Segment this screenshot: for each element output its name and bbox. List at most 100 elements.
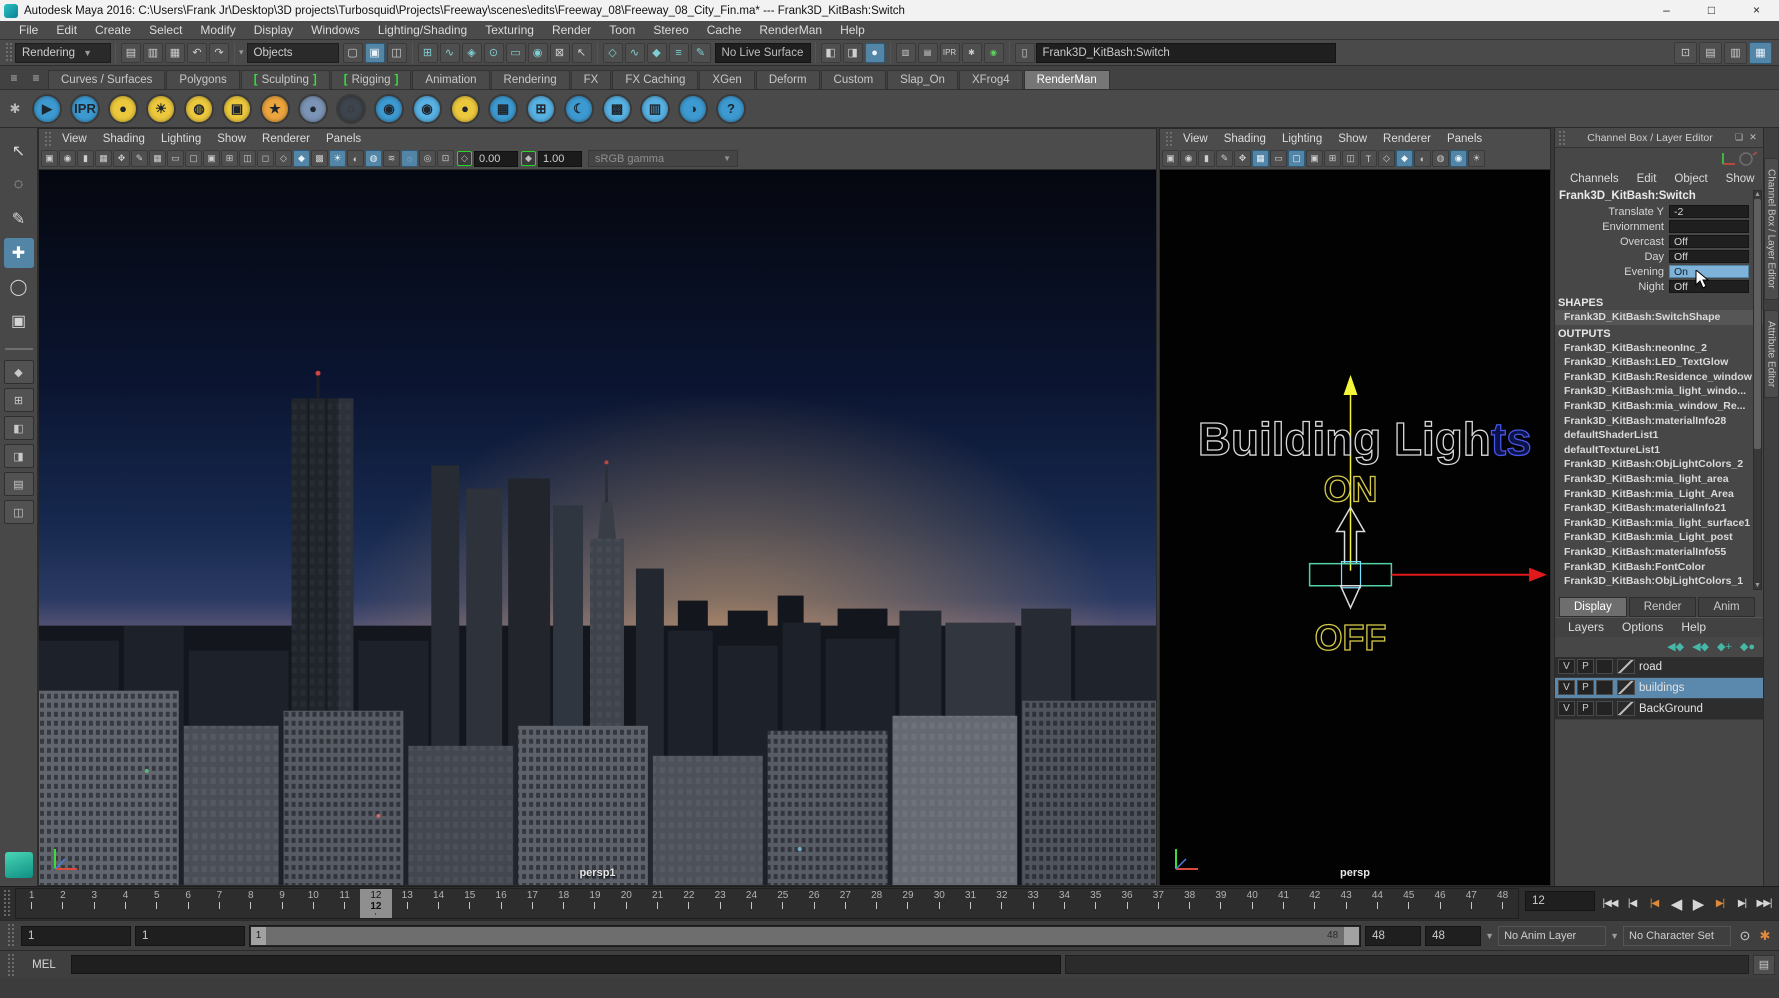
attribute-editor-icon[interactable]: ▥: [1724, 42, 1747, 64]
view-transform-dropdown[interactable]: sRGB gamma▼: [588, 150, 738, 167]
layer-editor-tab[interactable]: Render: [1629, 597, 1697, 617]
menu-set-selector[interactable]: Rendering▼: [15, 43, 111, 63]
layer-row[interactable]: V P buildings: [1555, 678, 1763, 699]
shelf-tab[interactable]: FX Caching: [612, 70, 698, 89]
mel-input[interactable]: [71, 955, 1061, 974]
frame-tick[interactable]: 47: [1456, 889, 1487, 918]
menu-item[interactable]: Edit: [47, 23, 86, 37]
motion-blur-icon[interactable]: ≋: [383, 150, 400, 167]
auto-keyframe-icon[interactable]: ⊙: [1735, 926, 1755, 946]
chevron-down-icon[interactable]: ▼: [1610, 931, 1619, 941]
range-end-handle[interactable]: [1344, 927, 1359, 945]
move-layer-up-icon[interactable]: ◀◆: [1667, 640, 1684, 653]
frame-tick[interactable]: 14: [423, 889, 454, 918]
channel-row[interactable]: Day Off: [1555, 249, 1763, 264]
shelf-tab[interactable]: Sculpting: [241, 70, 330, 89]
animation-start-field[interactable]: [21, 926, 131, 946]
frame-tick[interactable]: 46: [1424, 889, 1455, 918]
frame-tick[interactable]: 40: [1237, 889, 1268, 918]
layer-mode-box[interactable]: [1596, 701, 1613, 716]
frame-tick[interactable]: 27: [830, 889, 861, 918]
menu-item[interactable]: Cache: [698, 23, 751, 37]
frame-tick[interactable]: 8: [235, 889, 266, 918]
wireframe-icon[interactable]: ◇: [275, 150, 292, 167]
menu-item[interactable]: Stereo: [644, 23, 697, 37]
output-item[interactable]: Frank3D_KitBash:LED_TextGlow: [1555, 355, 1763, 370]
single-pane-layout-button[interactable]: ◆: [4, 360, 34, 384]
layer-mode-box[interactable]: [1596, 659, 1613, 674]
play-backwards-button[interactable]: ◀: [1665, 892, 1687, 916]
output-item[interactable]: Frank3D_KitBash:materialInfo28: [1555, 414, 1763, 429]
script-editor-button[interactable]: ▤: [1753, 955, 1775, 975]
frame-tick[interactable]: 34: [1049, 889, 1080, 918]
channel-row[interactable]: Evening On: [1555, 264, 1763, 279]
shelf-tab[interactable]: Slap_On: [887, 70, 958, 89]
shelf-options-icon[interactable]: ≡: [28, 70, 44, 86]
textured-icon[interactable]: ◐: [1414, 150, 1431, 167]
frame-tick[interactable]: 12 12: [360, 889, 391, 918]
chevron-down-icon[interactable]: ▼: [1485, 931, 1494, 941]
save-scene-icon[interactable]: ▦: [165, 43, 185, 63]
output-item[interactable]: defaultShaderList1: [1555, 428, 1763, 443]
layer-editor-tab[interactable]: Anim: [1698, 597, 1754, 617]
step-forward-key-button[interactable]: ▶|: [1709, 892, 1731, 916]
viewport-menu-item[interactable]: Panels: [318, 133, 369, 145]
layer-color-swatch[interactable]: [1617, 701, 1635, 716]
select-hierarchy-icon[interactable]: ▢: [343, 43, 363, 63]
frame-tick[interactable]: 33: [1018, 889, 1049, 918]
animation-preferences-icon[interactable]: ✱: [1755, 926, 1775, 946]
shelf-tab[interactable]: Rigging: [331, 70, 412, 89]
command-language-toggle[interactable]: MEL: [21, 959, 67, 971]
frame-tick[interactable]: 28: [861, 889, 892, 918]
hypershade-layout-button[interactable]: ▤: [4, 472, 34, 496]
textured-icon[interactable]: ▩: [311, 150, 328, 167]
viewport-menu-item[interactable]: Lighting: [153, 133, 209, 145]
use-all-lights-icon[interactable]: ◍: [1432, 150, 1449, 167]
safe-title-icon[interactable]: T: [1360, 150, 1377, 167]
shadows-icon[interactable]: ◐: [347, 150, 364, 167]
step-back-frame-button[interactable]: |◀: [1621, 892, 1643, 916]
shelf-tab[interactable]: Rendering: [491, 70, 570, 89]
image-tool-icon[interactable]: ▩: [602, 94, 632, 124]
output-connections-icon[interactable]: ∿: [625, 43, 645, 63]
select-object-icon[interactable]: ▣: [365, 43, 385, 63]
layer-visibility-toggle[interactable]: V: [1558, 701, 1575, 716]
output-item[interactable]: Frank3D_KitBash:Residence_window: [1555, 370, 1763, 385]
frame-tick[interactable]: 13: [392, 889, 423, 918]
field-chart-icon[interactable]: ⊞: [221, 150, 238, 167]
ipr-render-icon[interactable]: IPR: [940, 43, 960, 63]
gamma-value[interactable]: 1.00: [538, 151, 582, 167]
open-scene-panel-icon[interactable]: ◧: [821, 43, 841, 63]
xray-icon[interactable]: ◎: [419, 150, 436, 167]
frame-tick[interactable]: 16: [485, 889, 516, 918]
pxr-bulb-light-icon[interactable]: ●: [450, 94, 480, 124]
render-settings-icon[interactable]: ✱: [962, 43, 982, 63]
viewport-menu-item[interactable]: Renderer: [1375, 133, 1439, 145]
output-item[interactable]: Frank3D_KitBash:ObjLightColors_1: [1555, 574, 1763, 589]
shelf-tab[interactable]: XFrog4: [959, 70, 1023, 89]
shelf-tab[interactable]: RenderMan: [1024, 70, 1110, 89]
grip[interactable]: [5, 42, 12, 63]
menu-item[interactable]: Help: [831, 23, 874, 37]
film-gate-icon[interactable]: ▭: [1270, 150, 1287, 167]
viewport-menu-item[interactable]: Panels: [1439, 133, 1490, 145]
frame-tick[interactable]: 35: [1080, 889, 1111, 918]
add-empty-layer-button[interactable]: ◆+: [1717, 640, 1732, 653]
frame-tick[interactable]: 5: [141, 889, 172, 918]
layer-menu-item[interactable]: Layers: [1559, 620, 1613, 634]
viewport-menu-item[interactable]: Lighting: [1274, 133, 1330, 145]
shelf-tab[interactable]: Polygons: [166, 70, 239, 89]
pxr-portal-light-icon[interactable]: ▣: [222, 94, 252, 124]
open-render-view-icon[interactable]: ▥: [896, 43, 916, 63]
persp-scene[interactable]: Building Lights ON OFF persp: [1160, 170, 1550, 885]
menu-item[interactable]: File: [10, 23, 47, 37]
go-to-start-button[interactable]: |◀◀: [1599, 892, 1621, 916]
select-camera-icon[interactable]: ▣: [41, 150, 58, 167]
field-chart-icon[interactable]: ⊞: [1324, 150, 1341, 167]
layer-playback-toggle[interactable]: P: [1577, 680, 1594, 695]
list-connections-icon[interactable]: ≡: [669, 43, 689, 63]
humanik-icon[interactable]: ▤: [1699, 42, 1722, 64]
lpe-editor-icon[interactable]: ▦: [488, 94, 518, 124]
renderman-render-icon[interactable]: ▶: [32, 94, 62, 124]
channel-box-toggle-icon[interactable]: ▦: [1749, 42, 1772, 64]
